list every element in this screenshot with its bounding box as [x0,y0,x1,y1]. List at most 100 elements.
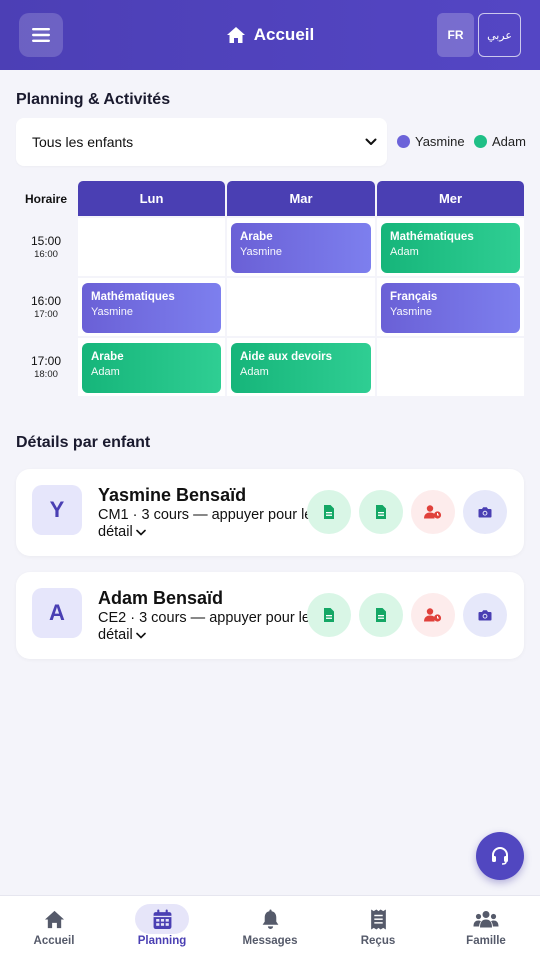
day-header-mer: Mer [377,181,524,216]
legend-dot [397,135,410,148]
absence-button[interactable] [411,593,455,637]
user-clock-icon [424,608,442,622]
headset-icon [492,847,508,865]
receipt-icon [370,909,386,929]
child-filter-select[interactable]: Tous les enfants [16,118,387,166]
event-card[interactable]: Français Yasmine [381,283,520,333]
nav-label: Reçus [360,935,396,947]
event-card[interactable]: Arabe Adam [82,343,221,393]
event-title: Aide aux devoirs [240,351,333,363]
users-icon [473,910,499,927]
legend-item-adam: Adam [474,134,526,149]
legend-item-yasmine: Yasmine [397,134,465,149]
nav-label: Messages [242,935,298,947]
event-child: Adam [91,366,120,378]
chevron-down-icon [135,529,146,536]
nav-icon-wrap [459,904,513,934]
horaire-header: Horaire [24,191,68,206]
time-start: 17:00 [30,354,62,368]
nav-item-famille[interactable]: Famille [432,896,540,960]
event-title: Arabe [91,351,124,363]
menu-button[interactable] [19,13,63,57]
time-start: 16:00 [30,294,62,308]
nav-icon-wrap [351,904,405,934]
time-end: 16:00 [34,249,58,260]
support-button[interactable] [476,832,524,880]
time-end: 17:00 [34,309,58,320]
planning-title: Planning & Activités [16,91,171,108]
schedule-cell [78,218,225,276]
language-ar-button[interactable]: عربي [478,13,521,57]
event-child: Adam [390,246,419,258]
file-icon [376,608,386,622]
nav-item-messages[interactable]: Messages [216,896,324,960]
avatar: Y [32,485,82,535]
child-name: Adam Bensaïd [98,588,224,608]
child-summary-text: CE2 · 3 cours — appuyer pour le détail [98,610,310,643]
chevron-down-icon [135,632,146,639]
nav-label: Famille [466,935,506,947]
legend-dot [474,135,487,148]
page-title-label: Accueil [253,25,315,44]
event-title: Arabe [240,231,273,243]
avatar: A [32,588,82,638]
user-clock-icon [424,505,442,519]
legend-label: Adam [492,134,526,149]
document-button[interactable] [307,490,351,534]
event-title: Mathématiques [390,231,474,243]
event-card[interactable]: Aide aux devoirs Adam [231,343,371,393]
details-title: Détails par enfant [16,434,151,451]
time-start: 15:00 [30,234,62,248]
event-card[interactable]: Mathématiques Adam [381,223,520,273]
event-child: Yasmine [390,306,432,318]
nav-label: Planning [137,935,187,947]
hamburger-icon [32,28,50,42]
photo-button[interactable] [463,490,507,534]
child-filter-value: Tous les enfants [32,134,134,150]
bell-icon [262,909,278,929]
bottom-nav: Accueil Planning Messages Reçus Famille [0,895,540,960]
time-slot: 17:00 18:00 [16,338,76,396]
photo-button[interactable] [463,593,507,637]
home-icon [226,27,245,43]
file-icon [324,608,334,622]
document-button[interactable] [359,593,403,637]
event-card[interactable]: Arabe Yasmine [231,223,371,273]
document-button[interactable] [359,490,403,534]
nav-item-accueil[interactable]: Accueil [0,896,108,960]
document-button[interactable] [307,593,351,637]
child-card-yasmine[interactable]: Y Yasmine Bensaïd CM1 · 3 cours — appuye… [16,469,524,556]
child-summary[interactable]: CE2 · 3 cours — appuyer pour le détail [98,610,313,644]
time-end: 18:00 [34,369,58,380]
nav-item-planning[interactable]: Planning [108,896,216,960]
day-header-mar: Mar [227,181,375,216]
home-icon [44,910,64,928]
schedule-cell [377,338,524,396]
event-title: Français [390,291,438,303]
time-slot: 16:00 17:00 [16,278,76,336]
legend-label: Yasmine [415,134,465,149]
file-icon [324,505,334,519]
event-card[interactable]: Mathématiques Yasmine [82,283,221,333]
nav-icon-wrap [243,904,297,934]
child-card-adam[interactable]: A Adam Bensaïd CE2 · 3 cours — appuyer p… [16,572,524,659]
language-fr-button[interactable]: FR [437,13,474,57]
nav-label: Accueil [33,935,75,947]
camera-icon [478,610,492,621]
event-title: Mathématiques [91,291,175,303]
time-slot: 15:00 16:00 [16,218,76,276]
event-child: Adam [240,366,269,378]
event-child: Yasmine [91,306,133,318]
nav-icon-wrap [27,904,81,934]
absence-button[interactable] [411,490,455,534]
nav-item-recus[interactable]: Reçus [324,896,432,960]
chevron-down-icon [365,138,377,145]
camera-icon [478,507,492,518]
child-name: Yasmine Bensaïd [98,485,247,505]
schedule-cell [227,278,375,336]
child-summary[interactable]: CM1 · 3 cours — appuyer pour le détail [98,507,313,541]
app-header: Accueil FR عربي [0,0,540,70]
file-icon [376,505,386,519]
calendar-icon [153,909,171,929]
nav-icon-wrap [135,904,189,934]
